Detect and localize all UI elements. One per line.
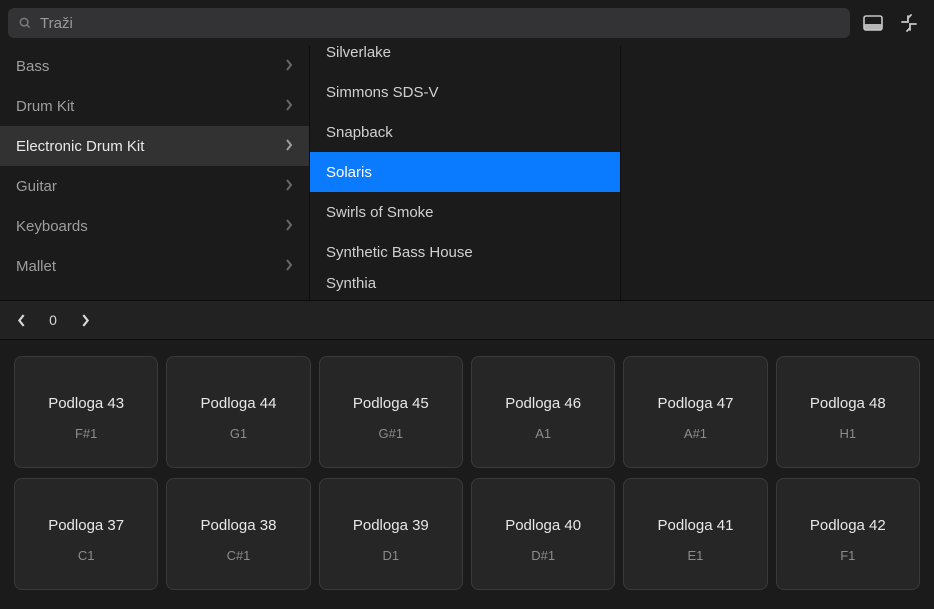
preset-list: Silverlake Simmons SDS-V Snapback Solari… bbox=[310, 46, 621, 300]
pad-label: Podloga 39 bbox=[353, 517, 429, 534]
category-item-electronic-drumkit[interactable]: Electronic Drum Kit bbox=[0, 126, 309, 166]
pad-label: Podloga 48 bbox=[810, 395, 886, 412]
pad-note: G#1 bbox=[379, 426, 404, 441]
preset-label: Synthetic Bass House bbox=[326, 244, 473, 261]
category-label: Bass bbox=[16, 58, 49, 75]
pad-label: Podloga 40 bbox=[505, 517, 581, 534]
category-item-guitar[interactable]: Guitar bbox=[0, 166, 309, 206]
chevron-right-icon bbox=[285, 178, 293, 195]
chevron-right-icon bbox=[285, 138, 293, 155]
detail-panel bbox=[621, 46, 934, 300]
pad-note: C#1 bbox=[227, 548, 251, 563]
category-item-bass[interactable]: Bass bbox=[0, 46, 309, 86]
pad-note: C1 bbox=[78, 548, 95, 563]
pad-note: F1 bbox=[840, 548, 855, 563]
preset-label: Snapback bbox=[326, 124, 393, 141]
pad-label: Podloga 41 bbox=[658, 517, 734, 534]
chevron-right-icon bbox=[81, 314, 90, 327]
category-label: Drum Kit bbox=[16, 98, 74, 115]
pad-label: Podloga 45 bbox=[353, 395, 429, 412]
prev-button[interactable] bbox=[8, 307, 34, 333]
panel-toggle-icon[interactable] bbox=[862, 12, 884, 34]
pad-note: D1 bbox=[383, 548, 400, 563]
chevron-right-icon bbox=[285, 258, 293, 275]
pad-38[interactable]: Podloga 38 C#1 bbox=[166, 478, 310, 590]
preset-item-swirls[interactable]: Swirls of Smoke bbox=[310, 192, 620, 232]
pad-label: Podloga 38 bbox=[201, 517, 277, 534]
pads-grid: Podloga 43 F#1 Podloga 44 G1 Podloga 45 … bbox=[0, 340, 934, 606]
preset-item-silverlake[interactable]: Silverlake bbox=[310, 46, 620, 72]
preset-label: Synthia bbox=[326, 275, 376, 292]
category-list: Bass Drum Kit Electronic Drum Kit Guitar… bbox=[0, 46, 310, 300]
pad-37[interactable]: Podloga 37 C1 bbox=[14, 478, 158, 590]
pad-label: Podloga 47 bbox=[658, 395, 734, 412]
category-item-drumkit[interactable]: Drum Kit bbox=[0, 86, 309, 126]
pad-note: A1 bbox=[535, 426, 551, 441]
pad-note: D#1 bbox=[531, 548, 555, 563]
preset-label: Swirls of Smoke bbox=[326, 204, 434, 221]
pad-43[interactable]: Podloga 43 F#1 bbox=[14, 356, 158, 468]
chevron-left-icon bbox=[17, 314, 26, 327]
search-input[interactable] bbox=[40, 15, 840, 32]
pad-note: E1 bbox=[688, 548, 704, 563]
preset-label: Simmons SDS-V bbox=[326, 84, 439, 101]
search-icon bbox=[18, 16, 32, 30]
pad-48[interactable]: Podloga 48 H1 bbox=[776, 356, 920, 468]
chevron-right-icon bbox=[285, 98, 293, 115]
preset-label: Solaris bbox=[326, 164, 372, 181]
pad-label: Podloga 42 bbox=[810, 517, 886, 534]
preset-item-solaris[interactable]: Solaris bbox=[310, 152, 620, 192]
preset-item-snapback[interactable]: Snapback bbox=[310, 112, 620, 152]
collapse-icon[interactable] bbox=[898, 12, 920, 34]
pad-label: Podloga 43 bbox=[48, 395, 124, 412]
chevron-right-icon bbox=[285, 58, 293, 75]
pad-47[interactable]: Podloga 47 A#1 bbox=[623, 356, 767, 468]
pad-45[interactable]: Podloga 45 G#1 bbox=[319, 356, 463, 468]
pad-44[interactable]: Podloga 44 G1 bbox=[166, 356, 310, 468]
next-button[interactable] bbox=[72, 307, 98, 333]
pad-note: H1 bbox=[839, 426, 856, 441]
pad-41[interactable]: Podloga 41 E1 bbox=[623, 478, 767, 590]
pad-note: G1 bbox=[230, 426, 247, 441]
preset-item-synthetic-bass[interactable]: Synthetic Bass House bbox=[310, 232, 620, 272]
category-label: Mallet bbox=[16, 258, 56, 275]
pad-label: Podloga 37 bbox=[48, 517, 124, 534]
pad-label: Podloga 46 bbox=[505, 395, 581, 412]
preset-item-synthia[interactable]: Synthia bbox=[310, 272, 620, 292]
category-label: Electronic Drum Kit bbox=[16, 138, 144, 155]
pad-40[interactable]: Podloga 40 D#1 bbox=[471, 478, 615, 590]
pad-label: Podloga 44 bbox=[201, 395, 277, 412]
pad-42[interactable]: Podloga 42 F1 bbox=[776, 478, 920, 590]
pad-39[interactable]: Podloga 39 D1 bbox=[319, 478, 463, 590]
pad-46[interactable]: Podloga 46 A1 bbox=[471, 356, 615, 468]
pad-note: F#1 bbox=[75, 426, 97, 441]
category-label: Guitar bbox=[16, 178, 57, 195]
nav-count: 0 bbox=[38, 312, 68, 328]
preset-item-simmons[interactable]: Simmons SDS-V bbox=[310, 72, 620, 112]
search-field[interactable] bbox=[8, 8, 850, 38]
chevron-right-icon bbox=[285, 218, 293, 235]
preset-label: Silverlake bbox=[326, 46, 391, 61]
pad-note: A#1 bbox=[684, 426, 707, 441]
category-item-keyboards[interactable]: Keyboards bbox=[0, 206, 309, 246]
category-label: Keyboards bbox=[16, 218, 88, 235]
category-item-mallet[interactable]: Mallet bbox=[0, 246, 309, 286]
